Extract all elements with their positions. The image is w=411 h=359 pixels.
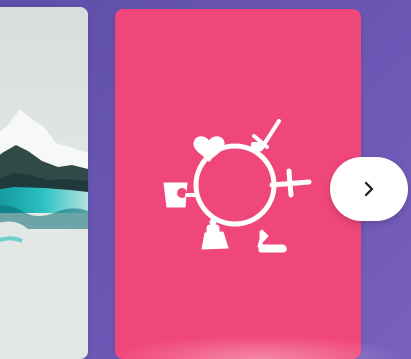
cup-handle-icon <box>177 188 187 198</box>
heart-icon <box>193 136 225 161</box>
high-heel-icon <box>258 244 287 253</box>
mountain-landscape-image <box>0 7 88 359</box>
left-card[interactable] <box>0 7 88 359</box>
sword-icon <box>251 119 281 152</box>
cross-icon <box>269 168 312 198</box>
next-button[interactable] <box>330 157 408 221</box>
card-carousel <box>0 0 411 359</box>
chevron-right-icon <box>364 181 374 197</box>
main-card[interactable] <box>115 9 361 359</box>
life-cycle-icon <box>163 119 312 253</box>
